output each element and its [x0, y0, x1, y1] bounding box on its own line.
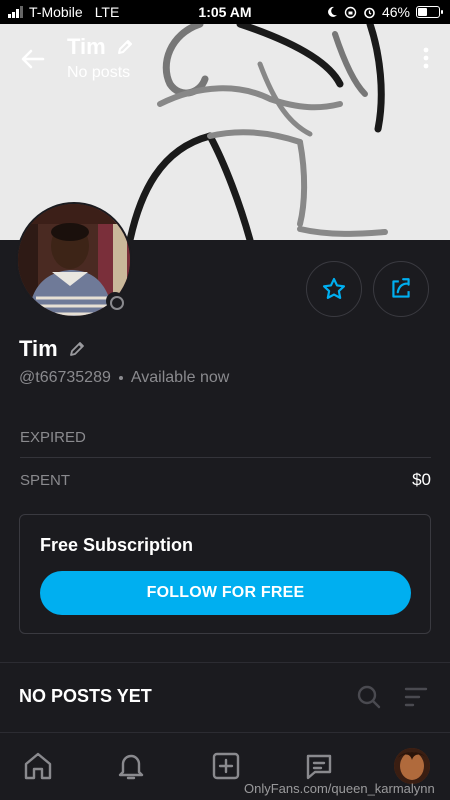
- profile-header: Tim No posts: [0, 24, 450, 92]
- expired-label: EXPIRED: [20, 429, 86, 446]
- add-post-icon: [212, 752, 240, 780]
- posts-empty-label: NO POSTS YET: [19, 686, 152, 706]
- expired-row: EXPIRED: [20, 418, 431, 458]
- follow-button[interactable]: FOLLOW FOR FREE: [40, 571, 411, 615]
- nav-notifications[interactable]: [114, 749, 148, 783]
- more-vertical-icon[interactable]: [418, 44, 434, 72]
- header-subtitle: No posts: [67, 64, 131, 81]
- nav-home[interactable]: [21, 749, 55, 783]
- share-icon: [392, 278, 410, 298]
- availability-status: Available now: [130, 369, 230, 386]
- nav-messages[interactable]: [302, 749, 336, 783]
- pencil-icon[interactable]: [116, 38, 134, 56]
- pencil-icon[interactable]: [68, 340, 86, 358]
- profile-handle: @t66735289: [19, 369, 111, 386]
- divider: [0, 662, 450, 663]
- spent-value: $0: [412, 470, 431, 489]
- profile-meta: @t66735289 Available now: [19, 369, 229, 387]
- header-title-row: Tim: [67, 34, 134, 60]
- watermark: OnlyFans.com/queen_karmalynn: [244, 781, 435, 796]
- favorite-button[interactable]: [306, 261, 362, 317]
- star-icon: [322, 277, 346, 299]
- nav-profile-avatar[interactable]: [394, 748, 430, 784]
- nav-add-post[interactable]: [209, 749, 243, 783]
- battery-percent: 46%: [381, 4, 410, 20]
- profile-name: Tim: [19, 336, 58, 361]
- spent-row: SPENT $0: [20, 460, 431, 500]
- spent-label: SPENT: [20, 471, 71, 489]
- status-indicator: [106, 292, 124, 310]
- subscription-title: Free Subscription: [40, 535, 194, 555]
- orientation-lock-icon: [344, 6, 357, 18]
- status-bar: T-Mobile LTE 1:05 AM 46%: [0, 0, 450, 24]
- share-button[interactable]: [373, 261, 429, 317]
- battery-icon: [416, 6, 443, 18]
- header-title: Tim: [67, 34, 106, 59]
- separator-dot: [118, 376, 123, 380]
- messages-icon: [306, 754, 332, 780]
- subscription-card: Free Subscription FOLLOW FOR FREE: [19, 514, 431, 634]
- sort-icon[interactable]: [404, 686, 428, 708]
- moon-icon: [328, 6, 337, 17]
- bell-icon: [118, 754, 144, 780]
- profile-name-row: Tim: [19, 336, 86, 362]
- search-icon[interactable]: [356, 684, 382, 710]
- alarm-icon: [364, 7, 375, 18]
- back-arrow-icon[interactable]: [18, 44, 48, 74]
- home-icon: [24, 752, 52, 780]
